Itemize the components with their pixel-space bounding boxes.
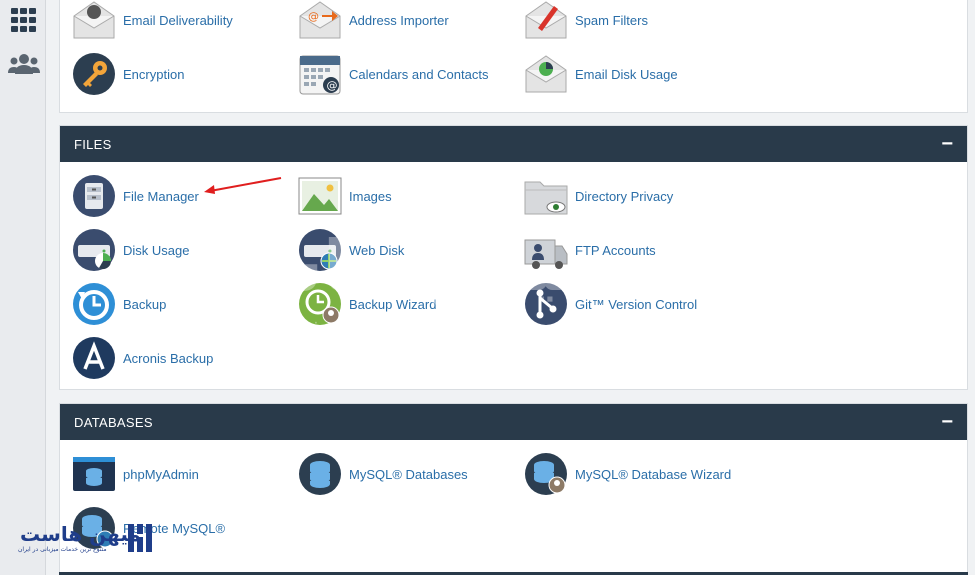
git-version-control-label: Git™ Version Control — [575, 296, 698, 312]
directory-privacy-icon — [524, 174, 568, 218]
email-disk-usage-item[interactable]: Email Disk Usage — [524, 50, 678, 98]
ftp-accounts-item[interactable]: FTP Accounts — [524, 226, 656, 274]
apps-grid-icon[interactable] — [8, 4, 40, 36]
users-icon[interactable] — [8, 48, 40, 80]
file-manager-label: File Manager — [123, 188, 199, 204]
acronis-backup-item[interactable]: Acronis Backup — [72, 334, 213, 382]
encryption-item[interactable]: Encryption — [72, 50, 184, 98]
databases-panel-header[interactable]: DATABASES − — [60, 404, 967, 440]
databases-panel: DATABASES − phpMyAdmin MySQL® Databases … — [59, 403, 968, 575]
mysql-databases-label: MySQL® Databases — [349, 466, 468, 482]
mysql-database-wizard-item[interactable]: MySQL® Database Wizard — [524, 450, 731, 498]
brand-mark-icon — [128, 524, 152, 552]
git-version-control-item[interactable]: Git™ Version Control — [524, 280, 697, 328]
disk-usage-item[interactable]: Disk Usage — [72, 226, 189, 274]
images-label: Images — [349, 188, 392, 204]
email-deliverability-label: Email Deliverability — [123, 12, 233, 28]
brand-logo-subtext: متنوع ترین خدمات میزبانی در ایران — [18, 546, 107, 553]
ftp-accounts-icon — [524, 228, 568, 272]
web-disk-label: Web Disk — [349, 242, 405, 258]
ftp-accounts-label: FTP Accounts — [575, 242, 656, 258]
files-panel-header[interactable]: FILES − — [60, 126, 967, 162]
brand-logo: میهن هاست متنوع ترین خدمات میزبانی در ای… — [16, 522, 156, 560]
collapse-icon[interactable]: − — [941, 412, 953, 432]
disk-usage-icon — [72, 228, 116, 272]
directory-privacy-item[interactable]: Directory Privacy — [524, 172, 673, 220]
phpmyadmin-item[interactable]: phpMyAdmin — [72, 450, 199, 498]
backup-wizard-label: Backup Wizard — [349, 296, 437, 312]
files-panel-title: FILES — [74, 136, 112, 152]
calendar-contacts-icon: @ — [298, 52, 342, 96]
mysql-databases-item[interactable]: MySQL® Databases — [298, 450, 468, 498]
email-disk-usage-icon — [524, 52, 568, 96]
email-deliverability-item[interactable]: Email Deliverability — [72, 0, 233, 44]
email-deliverability-icon — [72, 0, 116, 42]
web-disk-item[interactable]: Web Disk — [298, 226, 404, 274]
calendars-contacts-item[interactable]: @ Calendars and Contacts — [298, 50, 488, 98]
phpmyadmin-label: phpMyAdmin — [123, 466, 199, 482]
email-panel: Email Deliverability @ Address Importer … — [59, 0, 968, 113]
svg-text:@: @ — [308, 10, 319, 23]
annotation-arrow-icon — [204, 177, 282, 194]
backup-item[interactable]: Backup — [72, 280, 166, 328]
left-sidebar — [0, 0, 46, 575]
git-version-control-icon — [524, 282, 568, 326]
mysql-database-wizard-icon — [524, 452, 568, 496]
web-disk-icon — [298, 228, 342, 272]
file-manager-item[interactable]: File Manager — [72, 172, 199, 220]
files-panel: FILES − File Manager Images Directory Pr… — [59, 125, 968, 390]
mysql-databases-icon — [298, 452, 342, 496]
email-disk-usage-label: Email Disk Usage — [575, 66, 678, 82]
file-manager-icon — [72, 174, 116, 218]
spam-filters-icon — [524, 0, 568, 42]
images-icon — [298, 174, 342, 218]
backup-wizard-item[interactable]: Backup Wizard — [298, 280, 436, 328]
databases-panel-title: DATABASES — [74, 414, 153, 430]
directory-privacy-label: Directory Privacy — [575, 188, 674, 204]
encryption-label: Encryption — [123, 66, 185, 82]
spam-filters-label: Spam Filters — [575, 12, 648, 28]
address-importer-label: Address Importer — [349, 12, 449, 28]
mysql-database-wizard-label: MySQL® Database Wizard — [575, 466, 732, 482]
acronis-backup-label: Acronis Backup — [123, 350, 214, 366]
acronis-backup-icon — [72, 336, 116, 380]
encryption-key-icon — [72, 52, 116, 96]
brand-logo-text: میهن هاست — [20, 522, 141, 546]
calendars-contacts-label: Calendars and Contacts — [349, 66, 489, 82]
svg-text:@: @ — [327, 79, 338, 92]
address-importer-item[interactable]: @ Address Importer — [298, 0, 449, 44]
address-importer-icon: @ — [298, 0, 342, 42]
phpmyadmin-icon — [72, 452, 116, 496]
images-item[interactable]: Images — [298, 172, 392, 220]
disk-usage-label: Disk Usage — [123, 242, 190, 258]
backup-label: Backup — [123, 296, 167, 312]
collapse-icon[interactable]: − — [941, 134, 953, 154]
backup-wizard-icon — [298, 282, 342, 326]
spam-filters-item[interactable]: Spam Filters — [524, 0, 648, 44]
backup-icon — [72, 282, 116, 326]
